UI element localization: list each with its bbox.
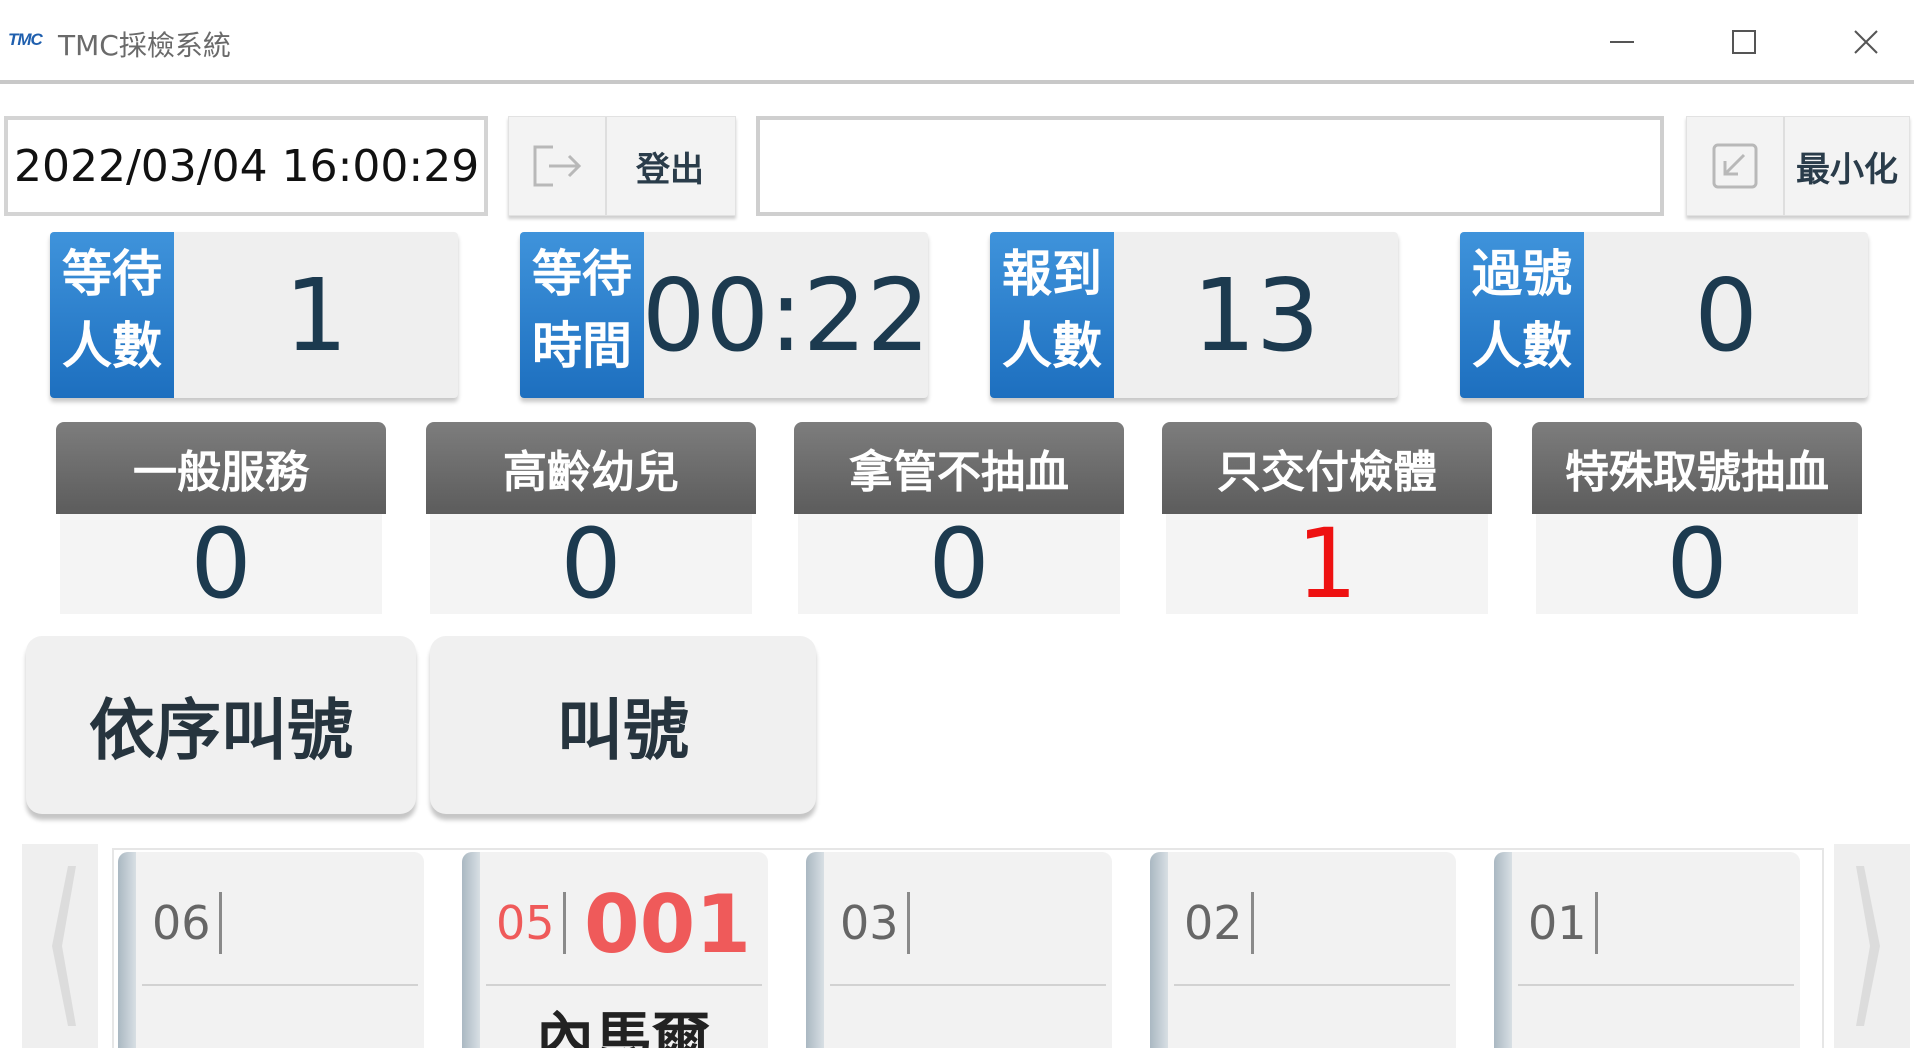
stat-checked-in-count: 報到 人數 13 [990,232,1398,398]
stat-waiting-count: 等待 人數 1 [50,232,458,398]
category-count: 0 [60,508,382,620]
stat-missed-count: 過號 人數 0 [1460,232,1868,398]
counter-number: 06 [152,892,222,954]
counter-slot-02[interactable]: 02 [1150,852,1456,1048]
counter-number: 03 [840,892,910,954]
call-button[interactable]: 叫號 [430,636,816,814]
category-label: 一般服務 [56,422,386,514]
category-count: 1 [1166,508,1488,620]
counter-number: 02 [1184,892,1254,954]
stat-label-line2: 時間 [532,317,632,375]
slot-divider [486,984,762,986]
close-icon [1854,30,1878,54]
datetime-display: 2022/03/04 16:00:29 [4,116,488,216]
logout-button[interactable]: 登出 [508,116,736,216]
window-maximize-button[interactable] [1714,14,1774,70]
shrink-icon [1687,117,1785,215]
slot-edge [118,852,136,1048]
ticket-number: 001 [584,878,751,971]
stat-label-line2: 人數 [1002,317,1102,375]
stat-value: 13 [1192,256,1320,374]
category-specimen-only[interactable]: 只交付檢體 1 [1162,422,1492,620]
chevron-right-icon [1856,866,1880,1026]
stat-waiting-time: 等待 時間 00:22 [520,232,931,398]
window-minimize-button[interactable] [1592,14,1652,70]
category-general[interactable]: 一般服務 0 [56,422,386,620]
counter-number: 05 [496,892,566,954]
category-label: 只交付檢體 [1162,422,1492,514]
minimize-app-button[interactable]: 最小化 [1686,116,1910,216]
message-box [756,116,1664,216]
category-label: 特殊取號抽血 [1532,422,1862,514]
stat-tag: 過號 人數 [1460,232,1584,398]
window-close-button[interactable] [1836,14,1896,70]
app-window: TMC TMC採檢系統 2022/03/04 16:00:29 登出 最小化 等… [0,0,1914,1048]
stat-label-line2: 人數 [62,317,162,375]
category-tube-no-blood[interactable]: 拿管不抽血 0 [794,422,1124,620]
slot-divider [1174,984,1450,986]
minimize-icon [1610,41,1634,43]
slot-edge [1150,852,1168,1048]
patient-name: 內馬爾 [535,1005,710,1048]
maximize-icon [1732,30,1756,54]
stat-label-line1: 等待 [62,245,162,303]
slot-divider [830,984,1106,986]
window-title: TMC採檢系統 [58,29,231,62]
minimize-app-label: 最小化 [1796,149,1898,190]
category-count: 0 [1536,508,1858,620]
slot-divider [1518,984,1794,986]
stat-value: 0 [1694,256,1758,374]
counter-slot-05[interactable]: 05 001 內馬爾 [462,852,768,1048]
category-count: 0 [430,508,752,620]
category-special-blood[interactable]: 特殊取號抽血 0 [1532,422,1862,620]
stat-value: 1 [284,256,348,374]
stat-label-line1: 報到 [1002,245,1102,303]
logout-label: 登出 [636,149,704,190]
counter-slot-03[interactable]: 03 [806,852,1112,1048]
counter-slot-06[interactable]: 06 [118,852,424,1048]
stat-tag: 等待 人數 [50,232,174,398]
slot-edge [1494,852,1512,1048]
call-in-order-button[interactable]: 依序叫號 [26,636,416,814]
category-count: 0 [798,508,1120,620]
stat-tag: 等待 時間 [520,232,644,398]
slot-divider [142,984,418,986]
chevron-left-icon [52,866,76,1026]
app-logo: TMC [8,30,43,49]
slot-edge [806,852,824,1048]
title-bar: TMC TMC採檢系統 [0,0,1914,84]
stat-value: 00:22 [641,256,931,374]
category-label: 拿管不抽血 [794,422,1124,514]
category-elderly-children[interactable]: 高齡幼兒 0 [426,422,756,620]
stat-label-line1: 過號 [1472,245,1572,303]
counter-slot-01[interactable]: 01 [1494,852,1800,1048]
counter-number: 01 [1528,892,1598,954]
category-label: 高齡幼兒 [426,422,756,514]
stat-tag: 報到 人數 [990,232,1114,398]
scroll-left-button[interactable] [22,844,98,1048]
stat-label-line1: 等待 [532,245,632,303]
scroll-right-button[interactable] [1834,844,1910,1048]
stat-label-line2: 人數 [1472,317,1572,375]
logout-icon [509,117,607,215]
